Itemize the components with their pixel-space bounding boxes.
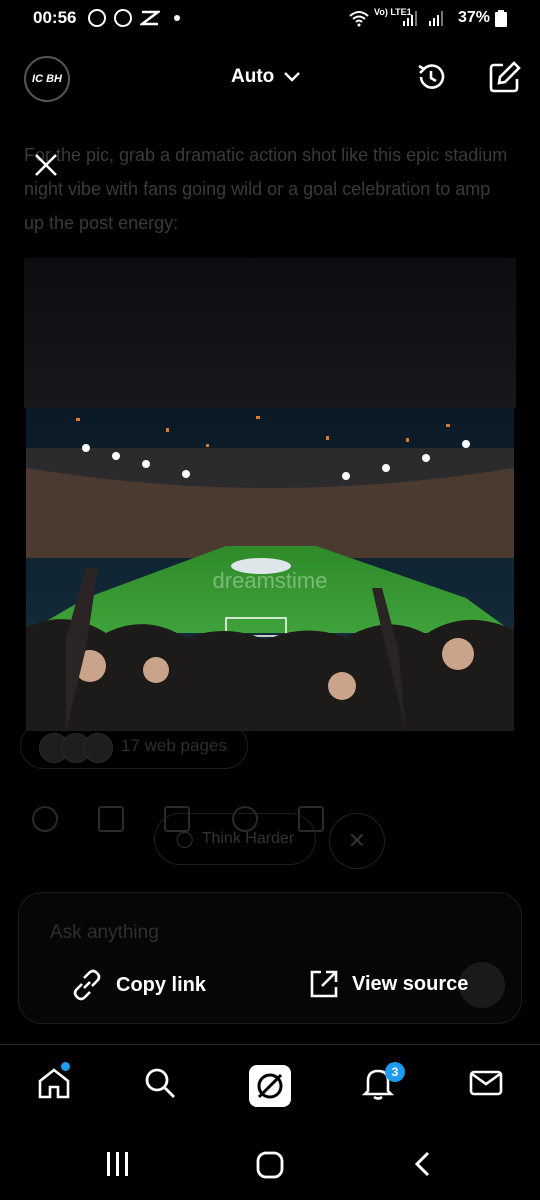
- sources-pill[interactable]: 17 web pages: [20, 723, 248, 769]
- notifications-badge: 3: [385, 1062, 405, 1082]
- new-chat-icon[interactable]: [488, 60, 522, 94]
- status-time: 00:56: [33, 8, 77, 27]
- back-icon[interactable]: [408, 1150, 436, 1178]
- home-button-icon[interactable]: [255, 1150, 285, 1180]
- system-nav-bar: [0, 1132, 540, 1200]
- wifi-icon: [349, 11, 369, 27]
- copy-link-button[interactable]: Copy link: [70, 968, 206, 1002]
- view-source-button[interactable]: View source: [308, 968, 468, 1000]
- copy-link-label: Copy link: [116, 973, 207, 996]
- notification-dot-icon: [174, 15, 180, 21]
- messages-icon[interactable]: [468, 1065, 504, 1101]
- dismiss-suggestion-button[interactable]: ✕: [329, 813, 385, 869]
- status-bar: 00:56 Vo) LTE1 37%: [0, 0, 540, 38]
- whatsapp-icon: [88, 9, 106, 27]
- view-source-label: View source: [352, 972, 469, 995]
- sources-label: 17 web pages: [121, 736, 227, 755]
- battery-icon: [495, 10, 507, 27]
- bottom-nav: [0, 1044, 540, 1131]
- home-unread-dot: [61, 1062, 70, 1071]
- external-link-icon: [310, 970, 338, 998]
- copy-icon[interactable]: [98, 806, 124, 832]
- signal-icon: [403, 11, 443, 26]
- stadium-image[interactable]: dreamstime: [26, 408, 514, 731]
- close-icon[interactable]: [32, 151, 60, 179]
- profile-avatar[interactable]: IC BH: [24, 56, 70, 102]
- grok-icon: [257, 1073, 283, 1099]
- regenerate-icon[interactable]: [32, 806, 58, 832]
- source-favicon-icon: [83, 733, 113, 763]
- chevron-down-icon: [284, 72, 301, 82]
- battery-percent: 37%: [457, 9, 490, 26]
- grok-tab[interactable]: [249, 1065, 291, 1107]
- chat-input-placeholder[interactable]: Ask anything: [50, 922, 159, 944]
- think-harder-label: Think Harder: [201, 830, 295, 847]
- image-watermark: dreamstime: [213, 568, 328, 593]
- capcut-icon: [140, 10, 160, 26]
- link-icon: [73, 969, 101, 1001]
- recent-apps-icon[interactable]: [104, 1150, 132, 1178]
- think-harder-button[interactable]: ◯ Think Harder: [154, 813, 316, 865]
- whatsapp-business-icon: [114, 9, 132, 27]
- model-selector[interactable]: Auto: [231, 66, 302, 88]
- image-top-dimmed: [24, 258, 516, 408]
- response-text: For the pic, grab a dramatic action shot…: [24, 145, 508, 233]
- search-icon[interactable]: [142, 1065, 178, 1101]
- model-label: Auto: [231, 66, 275, 87]
- chat-input-box[interactable]: [18, 892, 522, 1024]
- lightbulb-icon: ◯: [175, 831, 194, 848]
- history-icon[interactable]: [414, 60, 448, 94]
